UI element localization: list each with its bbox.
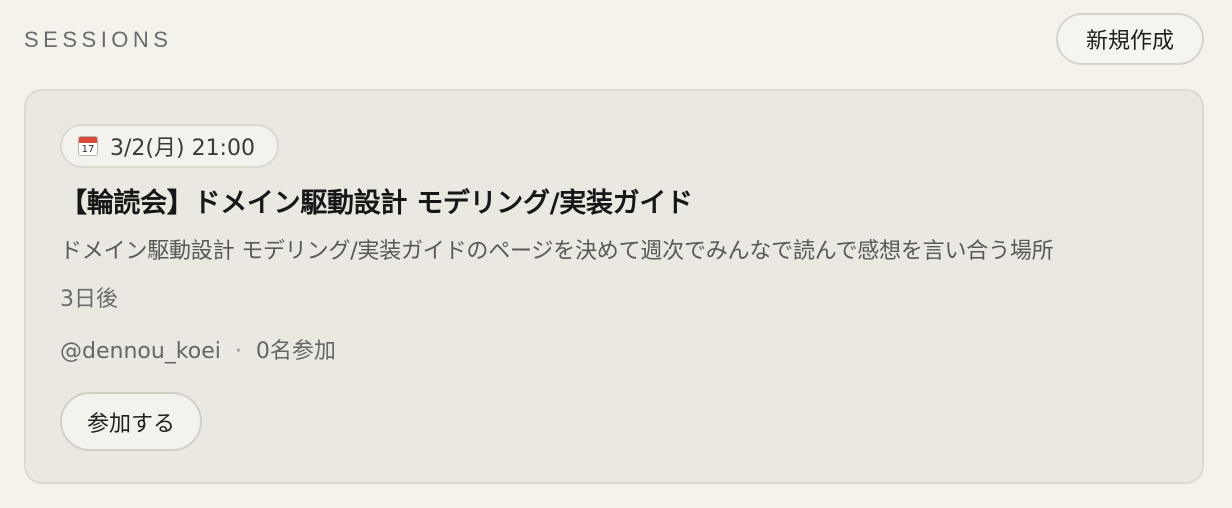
session-description: ドメイン駆動設計 モデリング/実装ガイドのページを決めて週次でみんなで読んで感想… [60,239,1054,264]
session-date-chip: 3/2(月) 21:00 [60,124,279,168]
meta-separator: · [234,339,242,364]
session-date: 3/2(月) 21:00 [110,136,255,161]
join-session-button[interactable]: 参加する [60,392,202,451]
participant-count: 0名参加 [255,339,336,364]
session-card[interactable]: 3/2(月) 21:00 【輪読会】ドメイン駆動設計 モデリング/実装ガイド ド… [24,89,1204,484]
sessions-header: SESSIONS 新規作成 [0,0,1232,80]
section-title: SESSIONS [24,27,173,52]
new-session-button[interactable]: 新規作成 [1056,13,1204,65]
session-relative-time: 3日後 [60,287,118,312]
calendar-icon [78,136,98,156]
session-title[interactable]: 【輪読会】ドメイン駆動設計 モデリング/実装ガイド [60,187,693,221]
session-meta: @dennou_koei · 0名参加 [60,337,336,367]
session-host[interactable]: @dennou_koei [60,337,221,367]
